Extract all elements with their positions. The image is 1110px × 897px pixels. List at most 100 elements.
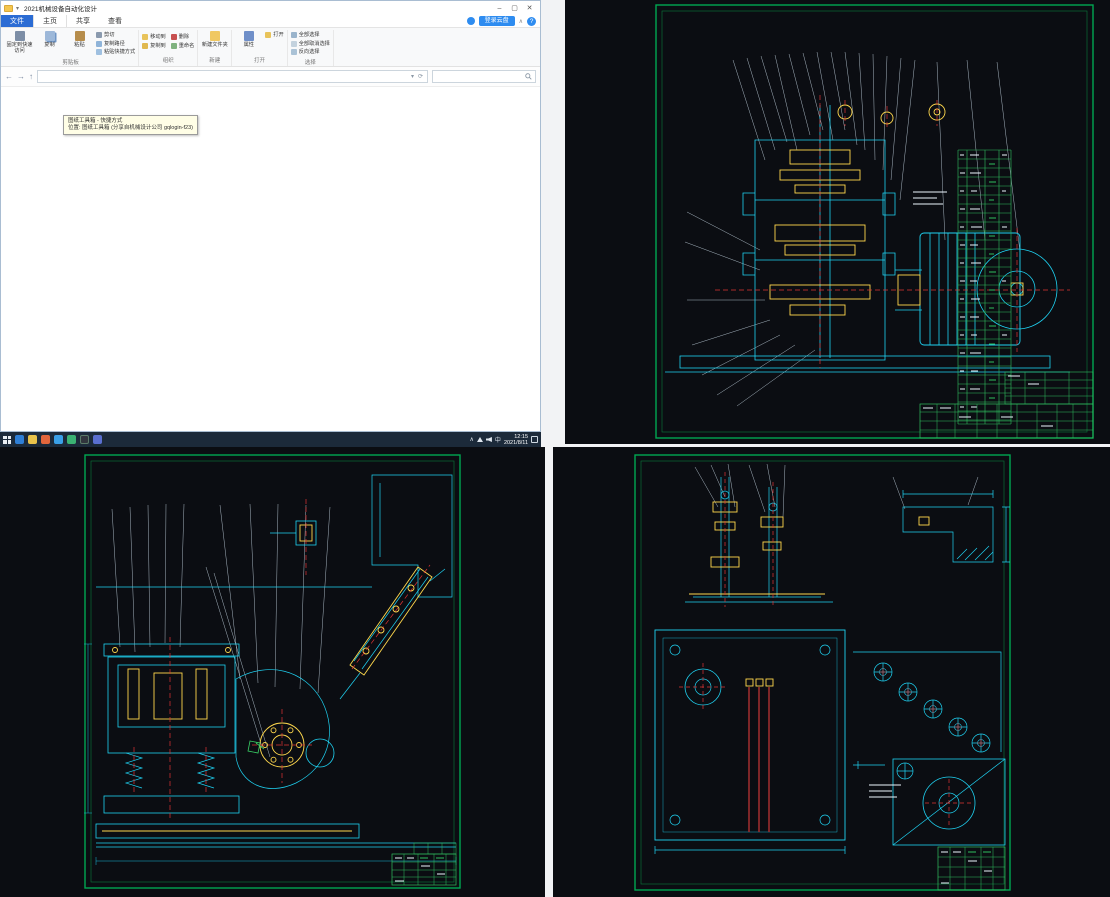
- ribbon: 固定到快速访问 复制 粘贴 剪切 复制路径 粘贴快捷方式 剪贴板 移动到 删除 …: [1, 28, 540, 67]
- back-button[interactable]: ←: [5, 71, 13, 83]
- address-input[interactable]: [40, 73, 409, 80]
- drawing-frame: [84, 454, 461, 889]
- clock-date: 2021/8/11: [503, 439, 528, 446]
- start-button[interactable]: [3, 435, 11, 444]
- ribbon-group-clipboard: 固定到快速访问 复制 粘贴 剪切 复制路径 粘贴快捷方式 剪贴板: [3, 30, 140, 66]
- address-bar[interactable]: ▾ ⟳: [37, 70, 428, 83]
- pin-to-quick-access-button[interactable]: 固定到快速访问: [6, 30, 33, 54]
- title-block-grid: [938, 847, 1005, 890]
- file-list-area[interactable]: 图纸工具箱 - 快捷方式 位置: 图纸工具箱 (分享自机械设计公司 gqlogi…: [1, 87, 540, 431]
- paste-shortcut-button[interactable]: 粘贴快捷方式: [96, 48, 135, 57]
- chrome-icon[interactable]: [54, 435, 63, 444]
- new-folder-button[interactable]: 新建文件夹: [201, 30, 228, 48]
- clock[interactable]: 12:15 2021/8/11: [504, 434, 528, 446]
- select-all-icon: [290, 32, 297, 39]
- tab-share[interactable]: 共享: [67, 15, 99, 27]
- notes-text-marks: [869, 784, 901, 798]
- paste-icon: [74, 31, 85, 41]
- button-label: 粘贴: [74, 42, 85, 48]
- section-bars: [748, 687, 770, 832]
- copy-path-button[interactable]: 复制路径: [96, 40, 135, 49]
- select-all-button[interactable]: 全部选择: [290, 31, 330, 40]
- cloud-login-button[interactable]: 登录云盘: [478, 16, 515, 26]
- properties-button[interactable]: 属性: [235, 30, 262, 48]
- green-highlight-parts: [247, 740, 265, 754]
- edge-icon[interactable]: [15, 435, 24, 444]
- cad-sheet-assembly-top-right: [565, 0, 1110, 444]
- volume-icon[interactable]: [485, 437, 492, 442]
- qq-icon[interactable]: [93, 435, 102, 444]
- forward-button[interactable]: →: [17, 71, 25, 83]
- firefox-icon[interactable]: [41, 435, 50, 444]
- button-label: 打开: [273, 32, 284, 38]
- title-bar: ▾ 2021机械设备自动化设计 – ▢ ✕: [1, 1, 540, 15]
- search-box[interactable]: [432, 70, 536, 83]
- ribbon-group-open: 属性 打开 打开: [232, 30, 288, 66]
- button-label: 粘贴快捷方式: [104, 49, 136, 55]
- copy-button[interactable]: 复制: [36, 30, 63, 48]
- up-button[interactable]: ↑: [29, 71, 33, 83]
- button-label: 新建文件夹: [201, 42, 228, 48]
- move-to-button[interactable]: 移动到: [142, 33, 166, 42]
- dimension-lines: [84, 643, 457, 865]
- tray-chevron-icon[interactable]: ∧: [470, 436, 474, 443]
- title-block-text-marks: [941, 851, 992, 884]
- quick-access-toolbar-caret-icon[interactable]: ▾: [16, 5, 19, 12]
- invert-selection-icon: [290, 49, 297, 56]
- address-dropdown-icon[interactable]: ▾: [409, 73, 416, 80]
- delete-button[interactable]: 删除: [170, 33, 195, 42]
- notification-center-icon[interactable]: [531, 436, 538, 443]
- ribbon-group-select: 全部选择 全部取消选择 反向选择 选择: [288, 30, 334, 66]
- maximize-button[interactable]: ▢: [507, 2, 522, 15]
- plate-outlines: [654, 490, 1006, 846]
- centerlines: [715, 95, 1070, 368]
- cloud-icon[interactable]: [466, 17, 475, 25]
- tooltip-line-2: 位置: 图纸工具箱 (分享自机械设计公司 gqlogin-f23): [68, 125, 193, 131]
- cad-drawing-canvas: [655, 4, 1094, 439]
- tab-home[interactable]: 主页: [33, 15, 67, 27]
- ribbon-group-label: 选择: [304, 59, 316, 66]
- button-label: 复制: [44, 42, 55, 48]
- copy-to-icon: [142, 42, 149, 49]
- collapse-ribbon-icon[interactable]: ∧: [519, 18, 523, 25]
- properties-icon: [243, 31, 254, 41]
- invert-selection-button[interactable]: 反向选择: [290, 48, 330, 57]
- ribbon-tabs: 文件 主页 共享 查看 登录云盘 ∧ ?: [1, 15, 540, 28]
- select-none-button[interactable]: 全部取消选择: [290, 40, 330, 49]
- tab-view[interactable]: 查看: [99, 15, 131, 27]
- button-label: 移动到: [150, 34, 166, 40]
- cad-drawing-canvas: [634, 454, 1011, 891]
- ribbon-group-organize: 移动到 删除 复制到 重命名 组织: [139, 30, 199, 66]
- taskbar: ∧ 中 12:15 2021/8/11: [0, 432, 541, 447]
- ribbon-group-label: 新建: [209, 58, 221, 64]
- ime-indicator[interactable]: 中: [495, 435, 501, 444]
- move-to-icon: [142, 34, 149, 41]
- search-input[interactable]: [436, 73, 523, 80]
- pin-icon: [14, 31, 25, 41]
- structure-lines: [96, 474, 456, 848]
- window-title: 2021机械设备自动化设计: [24, 6, 97, 13]
- help-icon[interactable]: ?: [527, 16, 536, 26]
- centerlines: [133, 499, 431, 819]
- button-label: 剪切: [104, 32, 115, 38]
- rename-button[interactable]: 重命名: [170, 42, 194, 51]
- wechat-icon[interactable]: [67, 435, 76, 444]
- minimize-button[interactable]: –: [492, 2, 507, 15]
- detail-elements: [102, 524, 433, 832]
- new-folder-icon: [209, 31, 220, 41]
- close-button[interactable]: ✕: [522, 2, 537, 15]
- open-button[interactable]: 打开: [265, 31, 284, 40]
- copy-to-button[interactable]: 复制到: [142, 42, 166, 51]
- button-label: 删除: [178, 34, 190, 40]
- motor-body: [919, 232, 1021, 346]
- cut-icon: [96, 32, 102, 39]
- network-icon[interactable]: [476, 437, 483, 442]
- cut-button[interactable]: 剪切: [96, 31, 135, 40]
- tab-file[interactable]: 文件: [1, 15, 33, 27]
- paste-button[interactable]: 粘贴: [66, 30, 93, 48]
- refresh-icon[interactable]: ⟳: [416, 73, 425, 80]
- title-block-upper-table: [413, 842, 457, 855]
- drawing-frame: [655, 4, 1094, 439]
- file-explorer-icon[interactable]: [28, 435, 37, 444]
- cad-app-icon[interactable]: [80, 435, 89, 444]
